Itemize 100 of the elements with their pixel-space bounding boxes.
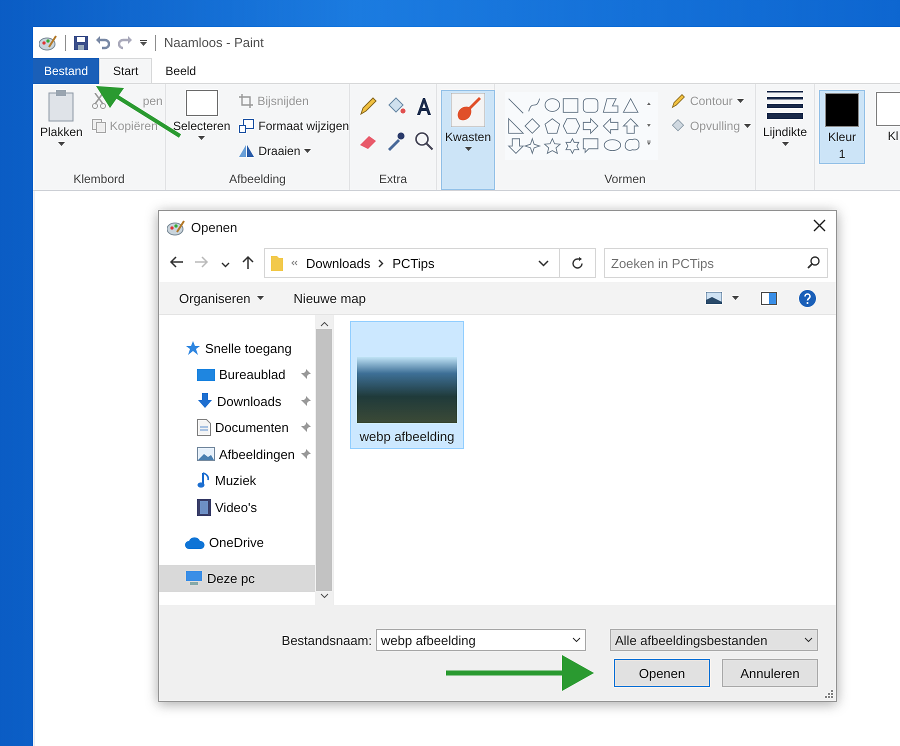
undo-icon[interactable] [96,36,110,50]
computer-icon [185,570,203,586]
chevron-down-icon [221,262,230,268]
group-label: Vormen [603,171,647,188]
shapes-gallery-drawing[interactable] [505,92,658,160]
resize-button[interactable]: Formaat wijzigen [239,115,350,137]
breadcrumb[interactable]: PCTips [392,256,434,270]
caret-icon [198,136,206,140]
preview-pane-icon[interactable] [761,292,777,304]
paintbrush-icon [451,93,486,127]
clipboard-icon [48,90,74,122]
group-label: Extra [378,171,408,188]
refresh-icon [571,256,584,270]
paste-button[interactable]: Plakken [37,88,86,168]
group-label: Klembord [72,171,126,188]
sidebar-item[interactable]: Afbeeldingen [159,441,315,468]
search-icon [807,256,820,269]
new-folder-button[interactable]: Nieuwe map [294,290,366,306]
chevron-down-icon[interactable] [538,260,549,266]
film-icon [197,498,211,516]
ribbon-tab[interactable]: Beeld [152,58,210,83]
ribbon-tab[interactable]: Start [99,58,152,83]
fill-bucket-icon [670,118,686,134]
sidebar-item[interactable]: Deze pc [159,565,315,592]
save-icon[interactable] [74,36,88,50]
scroll-down-icon[interactable] [320,593,328,599]
address-bar[interactable]: Downloads PCTips [264,248,560,278]
pictures-icon [197,447,215,462]
chevron-down-icon [804,637,813,643]
sidebar-item[interactable]: Downloads [159,388,315,414]
color-number: 1 [838,147,846,161]
up-arrow-icon [242,254,254,268]
file-menu-tab[interactable]: Bestand [33,58,100,84]
caret-icon [732,296,739,300]
search-field[interactable]: Zoeken in PCTips [604,248,828,278]
paint-palette-icon [167,220,185,236]
group-label: Afbeelding [228,171,287,188]
window-title: Naamloos - Paint [164,35,264,50]
music-note-icon [197,472,211,490]
sidebar-item[interactable]: Video's [159,494,315,520]
caret-icon [304,149,312,153]
filename-label: Bestandsnaam: [282,632,372,648]
select-button[interactable]: Selecteren [170,88,234,168]
double-chevron-icon [291,260,298,266]
caret-icon [256,296,264,300]
customize-caret-icon[interactable] [140,40,147,46]
sidebar-item[interactable]: Documenten [159,414,315,441]
breadcrumb[interactable]: Downloads [306,256,370,270]
forward-arrow-icon [195,256,209,268]
view-button[interactable] [706,292,739,304]
copy-icon [92,119,106,133]
caret-icon [464,147,472,151]
filename-field[interactable]: webp afbeelding [376,629,586,651]
rotate-button[interactable]: Draaien [239,140,350,162]
rotate-triangles-icon [239,144,254,158]
close-icon [813,219,826,232]
star-icon [185,340,201,356]
color-picker-icon[interactable] [386,131,406,151]
sidebar-item[interactable]: Muziek [159,468,315,494]
file-item[interactable]: webp afbeelding [350,321,464,449]
caret-icon [736,99,744,103]
magnifier-icon[interactable] [414,131,434,151]
resize-icon [239,119,254,133]
text-tool-icon[interactable] [414,96,434,116]
selection-rectangle-icon [186,90,218,116]
color-button[interactable]: Kl [871,90,900,145]
refresh-button[interactable] [560,248,596,278]
paint-palette-icon [39,34,57,50]
open-button[interactable]: Openen [614,659,710,687]
caret-icon [58,142,65,146]
back-button[interactable] [167,256,185,270]
view-icon [706,292,722,304]
scroll-up-icon[interactable] [320,321,328,327]
scissors-icon[interactable] [92,93,106,109]
resize-grip-icon[interactable] [825,690,833,698]
download-icon [197,393,213,410]
folder-icon [271,255,283,271]
back-arrow-icon [169,256,183,268]
organize-button[interactable]: Organiseren [179,290,264,306]
dialog-title: Openen [191,220,238,235]
pencil-icon[interactable] [358,96,378,116]
file-type-dropdown[interactable]: Alle afbeeldingsbestanden [610,629,818,651]
pencil-icon [670,93,686,109]
caret-icon [744,124,751,128]
chevron-down-icon [572,637,581,643]
color-button[interactable]: Kleur 1 [819,90,866,164]
help-icon[interactable] [799,290,816,306]
caret-icon [782,142,789,146]
scrollbar[interactable] [315,315,333,605]
document-icon [197,419,211,436]
line-width-button[interactable]: Lijndikte [760,88,810,190]
sidebar-item[interactable]: Snelle toegang [159,335,315,362]
sidebar-item[interactable]: Bureaublad [159,362,315,388]
brushes-button[interactable]: Kwasten [441,90,496,190]
sidebar-item[interactable]: OneDrive [159,530,315,556]
cancel-button[interactable]: Annuleren [722,659,818,687]
fill-bucket-icon[interactable] [386,96,406,116]
cloud-icon [185,536,205,549]
up-button[interactable] [240,254,256,272]
line-width-icon [767,90,804,122]
